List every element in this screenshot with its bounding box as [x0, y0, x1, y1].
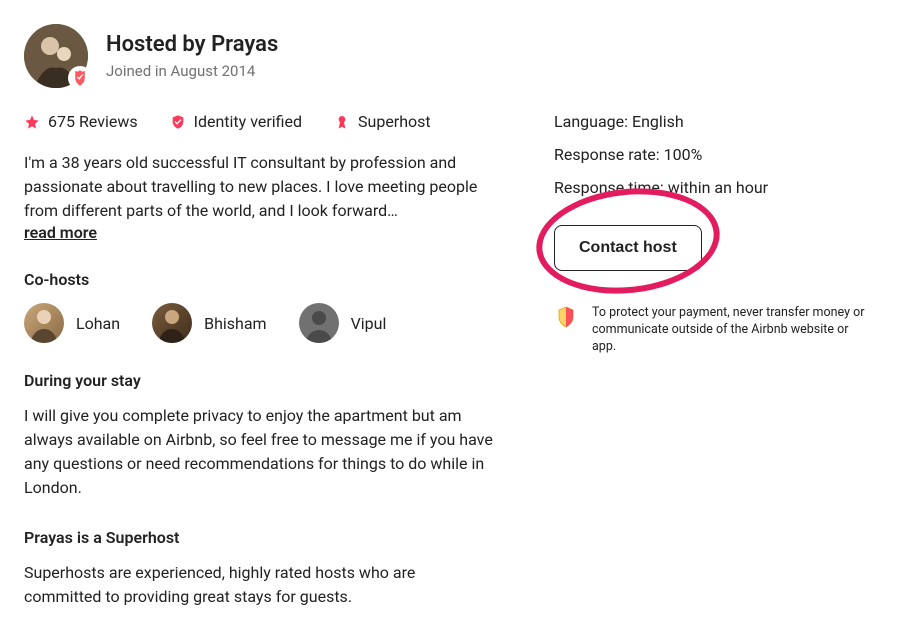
cohost-avatar — [24, 303, 64, 343]
superhost-label: Superhost — [358, 112, 431, 131]
superhost-badge-icon — [68, 66, 92, 90]
person-icon — [152, 303, 192, 343]
response-rate-info: Response rate: 100% — [554, 145, 869, 164]
cohost-item[interactable]: Vipul — [299, 303, 387, 343]
star-icon — [24, 114, 40, 130]
cohost-item[interactable]: Lohan — [24, 303, 120, 343]
response-time-info: Response time: within an hour — [554, 178, 869, 197]
identity-verified-label: Identity verified — [194, 112, 302, 131]
superhost-section-title: Prayas is a Superhost — [24, 528, 494, 547]
read-more-link[interactable]: read more — [24, 223, 97, 242]
highlight-annotation: Contact host — [554, 211, 702, 271]
person-placeholder-icon — [299, 303, 339, 343]
cohost-item[interactable]: Bhisham — [152, 303, 266, 343]
during-stay-text: I will give you complete privacy to enjo… — [24, 404, 494, 500]
host-bio: I'm a 38 years old successful IT consult… — [24, 151, 494, 223]
shield-check-icon — [170, 114, 186, 130]
language-info: Language: English — [554, 112, 869, 131]
contact-host-button[interactable]: Contact host — [554, 225, 702, 271]
protect-shield-icon — [554, 305, 578, 329]
host-joined: Joined in August 2014 — [106, 62, 278, 80]
during-stay-title: During your stay — [24, 371, 494, 390]
cohost-avatar — [299, 303, 339, 343]
protect-payment-text: To protect your payment, never transfer … — [592, 305, 869, 356]
superhost-section-text: Superhosts are experienced, highly rated… — [24, 561, 494, 609]
cohost-name: Lohan — [76, 314, 120, 333]
cohosts-title: Co-hosts — [24, 270, 494, 289]
cohost-name: Vipul — [351, 314, 387, 333]
cohost-avatar — [152, 303, 192, 343]
superhost-stat: Superhost — [334, 112, 431, 131]
medal-icon — [334, 114, 350, 130]
reviews-stat[interactable]: 675 Reviews — [24, 112, 138, 131]
host-title: Hosted by Prayas — [106, 32, 278, 58]
cohost-name: Bhisham — [204, 314, 266, 333]
host-avatar[interactable] — [24, 24, 88, 88]
reviews-count: 675 Reviews — [48, 112, 138, 131]
identity-verified-stat: Identity verified — [170, 112, 302, 131]
person-icon — [24, 303, 64, 343]
